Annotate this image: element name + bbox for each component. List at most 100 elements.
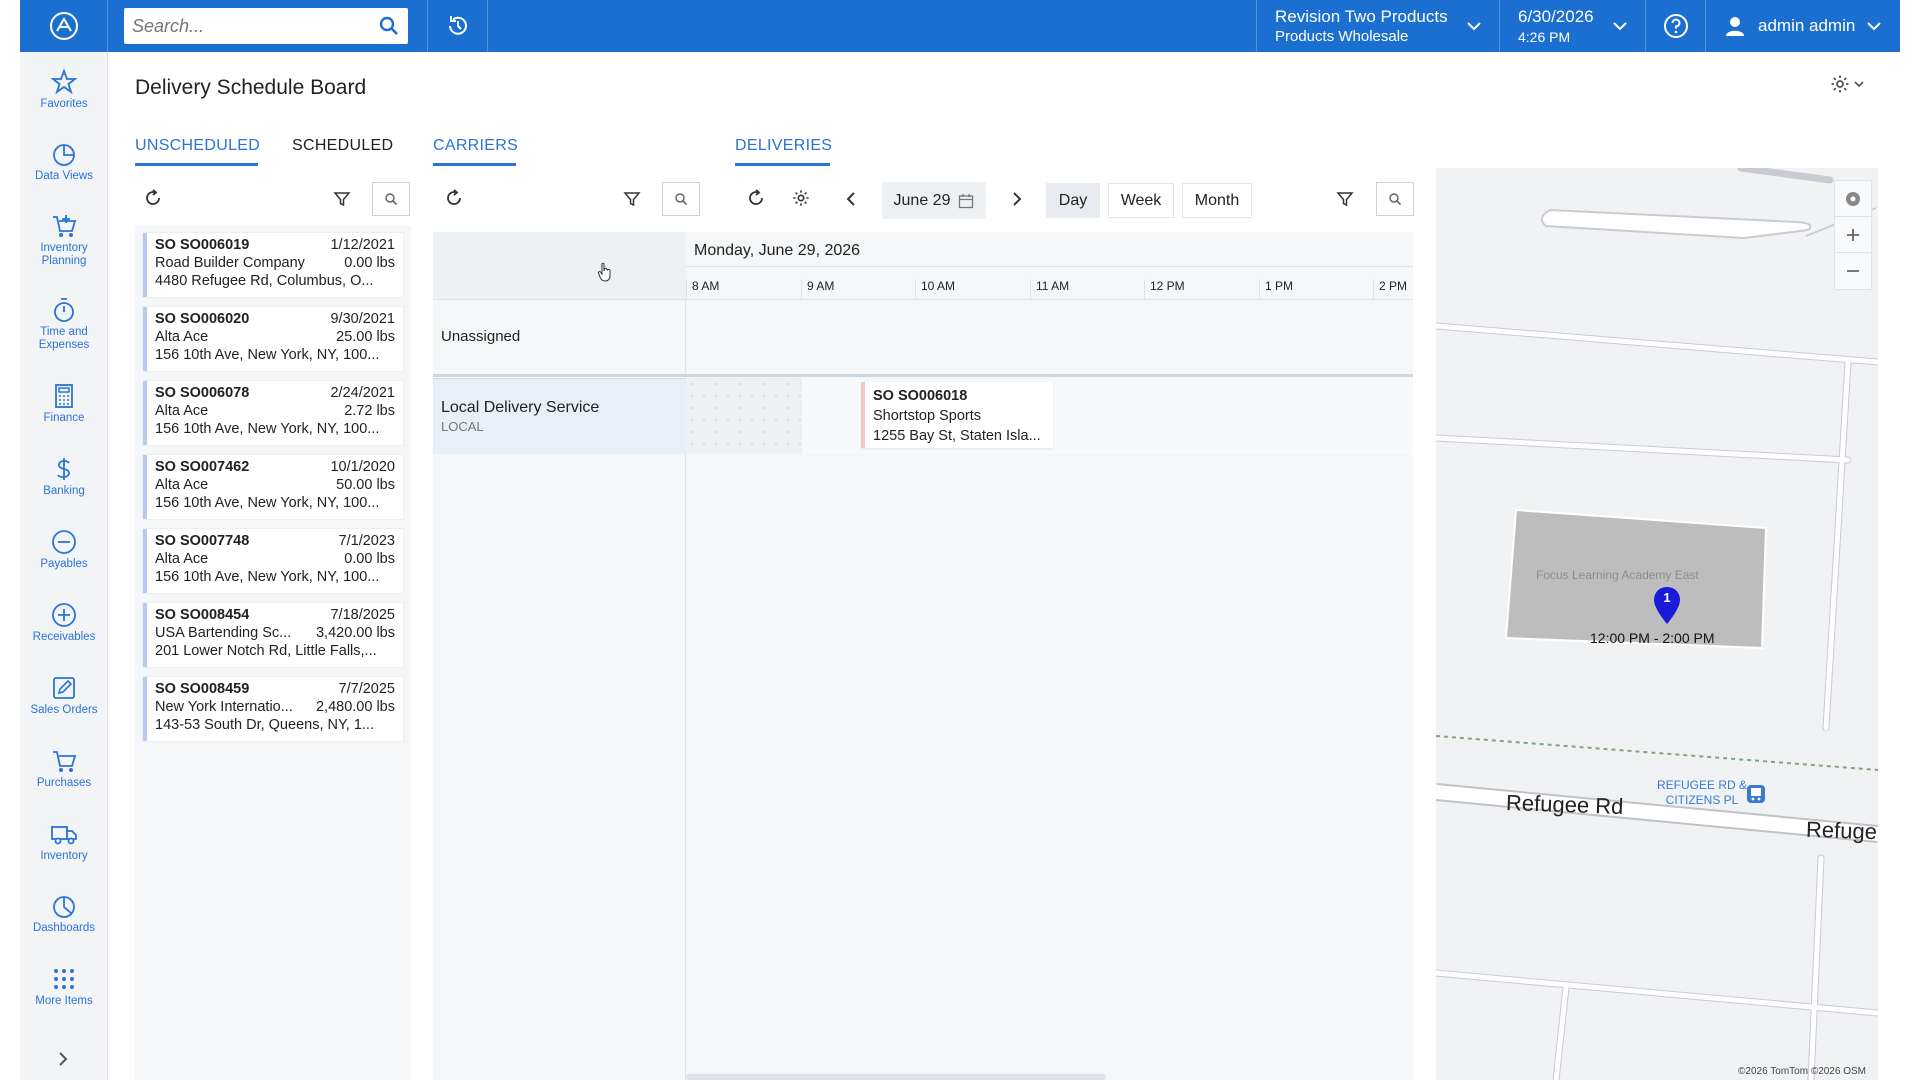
sidebar-item-more-items[interactable]: More Items [20,965,108,1008]
tab-carriers[interactable]: CARRIERS [433,137,518,166]
map-locate-button[interactable] [1835,181,1871,217]
refresh-deliveries-button[interactable] [747,189,765,207]
delivery-map[interactable]: Focus Learning Academy East 1 12:00 PM -… [1436,168,1878,1080]
hour-label: 10 AM [915,279,955,300]
unscheduled-order-card[interactable]: SO SO008459 7/7/2025 New York Internatio.… [143,677,403,741]
filter-unscheduled-button[interactable] [333,190,351,208]
carrier-row-local[interactable]: Local Delivery Service LOCAL [433,378,686,454]
carriers-header [433,232,686,300]
timeline-hours-header: 8 AM 9 AM 10 AM 11 AM 12 PM 1 PM 2 PM [686,266,1413,300]
view-week-button[interactable]: Week [1108,183,1174,218]
cart-plus-icon [53,215,77,237]
plus-icon [1847,228,1859,241]
timeline-date: Monday, June 29, 2026 [694,242,861,259]
schedule-board: Unassigned Local Delivery Service LOCAL … [433,232,1413,1080]
chevron-down-icon [1854,81,1864,88]
help-icon [1663,14,1688,38]
chevron-right-icon [1013,192,1022,206]
refresh-carriers-button[interactable] [445,189,463,207]
company-branch: Products Wholesale [1275,28,1409,45]
user-menu[interactable]: admin admin [1706,0,1900,52]
global-search [124,8,408,44]
chevron-down-icon [1467,22,1481,31]
chevron-down-icon [1867,22,1882,31]
filter-icon [333,192,351,207]
date-picker[interactable]: June 29 [882,182,986,219]
zoom-in-button[interactable] [1835,217,1871,253]
next-date-button[interactable] [1011,191,1023,207]
sidebar-item-favorites[interactable]: Favorites [20,68,108,111]
view-month-button[interactable]: Month [1182,183,1252,218]
page-settings-button[interactable] [1830,74,1864,94]
road-label: Refuge [1805,816,1878,845]
company-selector[interactable]: Revision Two Products Products Wholesale [1256,0,1500,52]
search-carriers-button[interactable] [662,182,700,216]
search-deliveries-button[interactable] [1376,182,1414,216]
calculator-icon [55,384,73,408]
unscheduled-order-card[interactable]: SO SO007462 10/1/2020 Alta Ace 50.00 lbs 1… [143,455,403,519]
refresh-unscheduled-button[interactable] [144,189,162,207]
carrier-name: Local Delivery Service [441,399,600,416]
business-date-selector[interactable]: 6/30/2026 4:26 PM [1500,0,1646,52]
tab-unscheduled[interactable]: UNSCHEDULED [135,137,260,166]
deliveries-settings-button[interactable] [792,189,810,207]
view-day-button[interactable]: Day [1046,183,1100,218]
unscheduled-order-card[interactable]: SO SO006078 2/24/2021 Alta Ace 2.72 lbs 15… [143,381,403,445]
delivery-appointment[interactable]: SO SO006018 Shortstop Sports 1255 Bay St… [861,382,1053,448]
pie-chart-icon [53,144,75,166]
appointment-address: 1255 Bay St, Staten Isla... [873,428,1041,444]
search-unscheduled-button[interactable] [372,182,410,216]
unscheduled-order-card[interactable]: SO SO006019 1/12/2021 Road Builder Compan… [143,233,403,297]
page-title: Delivery Schedule Board [135,76,367,99]
cursor-pointer-icon [597,262,611,282]
stopwatch-icon [54,298,74,322]
search-input[interactable] [124,8,408,44]
chevron-right-icon [59,1052,68,1066]
company-name: Revision Two Products [1275,7,1448,26]
sidebar-item-inventory-planning[interactable]: Inventory Planning [20,212,108,268]
unscheduled-order-card[interactable]: SO SO008454 7/18/2025 USA Bartending Sc..… [143,603,403,667]
filter-icon [1336,192,1354,207]
timeline-horizontal-scrollbar[interactable] [686,1074,1106,1080]
carrier-row-unassigned[interactable]: Unassigned [433,300,686,372]
hour-label: 2 PM [1373,279,1407,300]
unscheduled-list: SO SO006019 1/12/2021 Road Builder Compan… [135,226,411,1080]
minus-circle-icon [52,530,76,554]
previous-date-button[interactable] [845,191,857,207]
sidebar-item-banking[interactable]: Banking [20,455,108,498]
map-pin[interactable]: 1 [1652,586,1682,630]
truck-icon [51,826,77,845]
sidebar-expand-button[interactable] [56,1050,70,1072]
sidebar-item-inventory[interactable]: Inventory [20,820,108,863]
filter-carriers-button[interactable] [623,190,641,208]
filter-deliveries-button[interactable] [1336,190,1354,208]
delivery-timeline: Monday, June 29, 2026 8 AM 9 AM 10 AM 11… [433,232,1413,1080]
sidebar-item-receivables[interactable]: Receivables [20,601,108,644]
sidebar-item-purchases[interactable]: Purchases [20,747,108,790]
hour-label: 11 AM [1030,279,1069,300]
sidebar-item-time-and-expenses[interactable]: Time and Expenses [20,296,108,352]
sidebar-item-payables[interactable]: Payables [20,528,108,571]
sidebar-item-finance[interactable]: Finance [20,382,108,425]
search-icon[interactable] [378,15,400,37]
recent-history-button[interactable] [428,0,488,52]
appointment-customer: Shortstop Sports [873,408,981,424]
zoom-out-button[interactable] [1835,253,1871,289]
app-logo[interactable] [20,0,108,52]
sidebar-item-dashboards[interactable]: Dashboards [20,892,108,935]
tab-deliveries[interactable]: DELIVERIES [735,137,832,166]
map-poi-label: Focus Learning Academy East [1536,568,1699,582]
unscheduled-order-card[interactable]: SO SO006020 9/30/2021 Alta Ace 25.00 lbs 1… [143,307,403,371]
unscheduled-order-card[interactable]: SO SO007748 7/1/2023 Alta Ace 0.00 lbs 156… [143,529,403,593]
timeline-row-unassigned[interactable] [686,300,1413,372]
grid-icon [54,969,74,989]
sidebar-item-data-views[interactable]: Data Views [20,140,108,183]
history-icon [448,16,467,35]
tab-scheduled[interactable]: SCHEDULED [292,137,393,163]
appointment-order: SO SO006018 [873,388,968,404]
help-button[interactable] [1646,0,1706,52]
business-date: 6/30/2026 [1518,7,1594,26]
carriers-column: Unassigned Local Delivery Service LOCAL [433,232,686,1080]
sidebar-item-sales-orders[interactable]: Sales Orders [20,674,108,717]
chevron-left-icon [846,192,855,206]
